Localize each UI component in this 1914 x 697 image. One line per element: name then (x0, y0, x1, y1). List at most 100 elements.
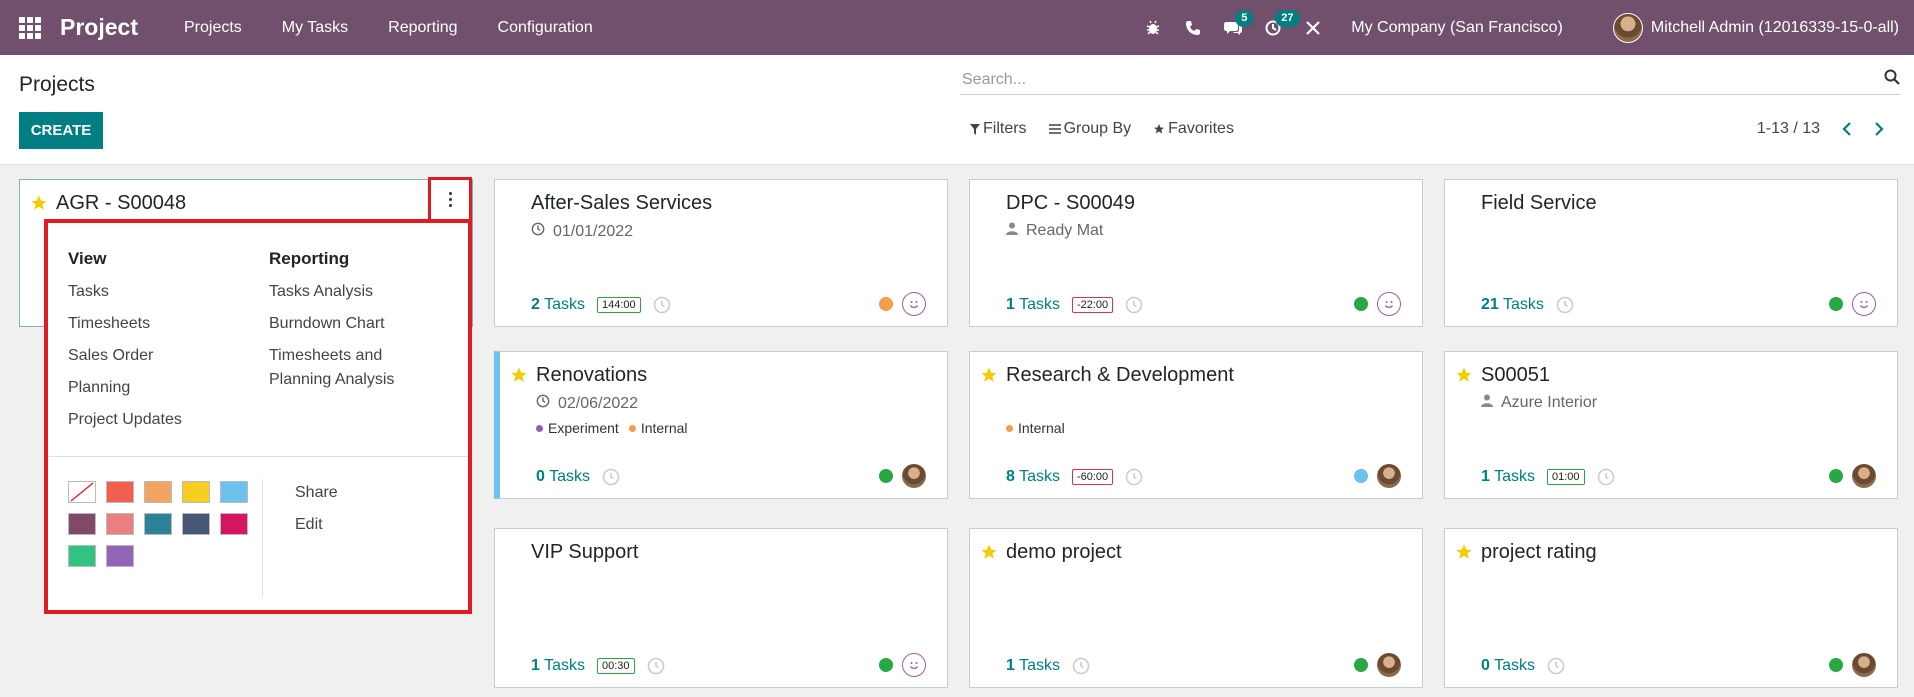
status-dot[interactable] (1354, 658, 1368, 672)
burndown-chart-link[interactable]: Burndown Chart (269, 312, 429, 336)
menu-my-tasks[interactable]: My Tasks (262, 0, 368, 55)
view-sales-order-link[interactable]: Sales Order (68, 344, 182, 368)
tasks-count-link[interactable]: 21 Tasks (1481, 296, 1544, 314)
view-timesheets-link[interactable]: Timesheets (68, 312, 182, 336)
activity-clock-icon[interactable] (1547, 657, 1565, 675)
color-swatch[interactable] (106, 481, 134, 503)
project-name[interactable]: AGR - S00048 (56, 192, 186, 215)
activity-clock-icon[interactable] (1125, 296, 1143, 314)
card-footer: 21 Tasks (1481, 296, 1574, 314)
menu-reporting[interactable]: Reporting (368, 0, 477, 55)
status-dot[interactable] (1354, 469, 1368, 483)
activity-clock-icon[interactable] (1125, 468, 1143, 486)
edit-link[interactable]: Edit (295, 513, 338, 537)
tasks-count-link[interactable]: 1 Tasks (531, 657, 585, 675)
color-swatch[interactable] (220, 513, 248, 535)
app-brand[interactable]: Project (60, 14, 138, 41)
color-swatch[interactable] (68, 481, 96, 503)
view-tasks-link[interactable]: Tasks (68, 280, 182, 304)
tasks-count-link[interactable]: 0 Tasks (1481, 657, 1535, 675)
status-dot[interactable] (879, 658, 893, 672)
project-card[interactable]: project rating 0 Tasks (1444, 528, 1898, 688)
group-by-button[interactable]: Group By (1048, 120, 1131, 138)
color-swatch[interactable] (220, 481, 248, 503)
tasks-count-link[interactable]: 1 Tasks (1006, 296, 1060, 314)
project-card[interactable]: Research & Development Internal 8 Tasks -60… (969, 351, 1423, 499)
card-options-button[interactable] (428, 177, 472, 222)
project-card[interactable]: DPC - S00049 Ready Mat 1 Tasks -22:00 (969, 179, 1423, 327)
messages-badge: 5 (1235, 10, 1254, 27)
tasks-count-link[interactable]: 8 Tasks (1006, 468, 1060, 486)
favorite-star-icon[interactable] (980, 543, 998, 566)
project-card[interactable]: Renovations 02/06/2022 Experiment Internal 0… (494, 351, 948, 499)
favorite-star-icon[interactable] (980, 366, 998, 389)
view-project-updates-link[interactable]: Project Updates (68, 408, 182, 432)
activities-icon[interactable]: 27 (1253, 0, 1300, 55)
status-dot[interactable] (879, 469, 893, 483)
activity-clock-icon[interactable] (1072, 657, 1090, 675)
filters-button[interactable]: Filters (970, 120, 1027, 138)
project-name[interactable]: VIP Support (531, 541, 638, 564)
color-swatch[interactable] (68, 545, 96, 567)
color-swatch[interactable] (182, 481, 210, 503)
pager-previous-icon[interactable] (1842, 122, 1852, 136)
project-card[interactable]: Field Service 21 Tasks (1444, 179, 1898, 327)
status-dot[interactable] (1829, 297, 1843, 311)
color-swatch[interactable] (182, 513, 210, 535)
activity-clock-icon[interactable] (1556, 296, 1574, 314)
activity-clock-icon[interactable] (647, 657, 665, 675)
status-dot[interactable] (1829, 469, 1843, 483)
pager-value[interactable]: 1-13 / 13 (1757, 120, 1820, 138)
menu-configuration[interactable]: Configuration (478, 0, 613, 55)
project-name[interactable]: demo project (1006, 541, 1122, 564)
tools-icon[interactable] (1293, 0, 1333, 55)
tasks-count-link[interactable]: 0 Tasks (536, 468, 590, 486)
bug-icon[interactable] (1133, 0, 1173, 55)
color-swatch[interactable] (68, 513, 96, 535)
activity-clock-icon[interactable] (653, 296, 671, 314)
favorites-button[interactable]: Favorites (1153, 120, 1234, 138)
tasks-analysis-link[interactable]: Tasks Analysis (269, 280, 429, 304)
status-dot[interactable] (1829, 658, 1843, 672)
app-menu-icon[interactable] (19, 16, 41, 39)
project-card[interactable]: S00051 Azure Interior 1 Tasks 01:00 (1444, 351, 1898, 499)
activity-clock-icon[interactable] (1597, 468, 1615, 486)
phone-icon[interactable] (1173, 0, 1213, 55)
color-swatch[interactable] (144, 481, 172, 503)
activity-clock-icon[interactable] (602, 468, 620, 486)
card-status (879, 653, 926, 677)
tasks-count-link[interactable]: 2 Tasks (531, 296, 585, 314)
color-swatch[interactable] (144, 513, 172, 535)
project-name[interactable]: S00051 (1481, 364, 1550, 387)
status-dot[interactable] (1354, 297, 1368, 311)
menu-projects[interactable]: Projects (164, 0, 262, 55)
project-name[interactable]: After-Sales Services (531, 192, 712, 215)
pager-next-icon[interactable] (1874, 122, 1884, 136)
project-name[interactable]: Renovations (536, 364, 647, 387)
color-swatch[interactable] (106, 545, 134, 567)
search-icon[interactable] (1884, 69, 1900, 90)
project-card[interactable]: demo project 1 Tasks (969, 528, 1423, 688)
color-swatch[interactable] (106, 513, 134, 535)
project-card[interactable]: VIP Support 1 Tasks 00:30 (494, 528, 948, 688)
view-planning-link[interactable]: Planning (68, 376, 182, 400)
status-dot[interactable] (879, 297, 893, 311)
project-name[interactable]: Research & Development (1006, 364, 1234, 387)
project-name[interactable]: Field Service (1481, 192, 1597, 215)
messages-icon[interactable]: 5 (1213, 0, 1254, 55)
user-menu[interactable]: Mitchell Admin (12016339-15-0-all) (1612, 12, 1899, 43)
favorite-star-icon[interactable] (510, 366, 528, 389)
project-name[interactable]: project rating (1481, 541, 1597, 564)
company-switcher[interactable]: My Company (San Francisco) (1351, 19, 1563, 37)
tasks-count-link[interactable]: 1 Tasks (1481, 468, 1535, 486)
favorite-star-icon[interactable] (1455, 543, 1473, 566)
share-link[interactable]: Share (295, 481, 338, 505)
create-button[interactable]: CREATE (19, 112, 103, 149)
project-name[interactable]: DPC - S00049 (1006, 192, 1135, 215)
timesheets-planning-analysis-link[interactable]: Timesheets and Planning Analysis (269, 344, 429, 392)
favorite-star-icon[interactable] (30, 194, 48, 217)
favorite-star-icon[interactable] (1455, 366, 1473, 389)
project-card[interactable]: After-Sales Services 01/01/2022 2 Tasks 144… (494, 179, 948, 327)
tasks-count-link[interactable]: 1 Tasks (1006, 657, 1060, 675)
search-input[interactable] (960, 65, 1884, 94)
